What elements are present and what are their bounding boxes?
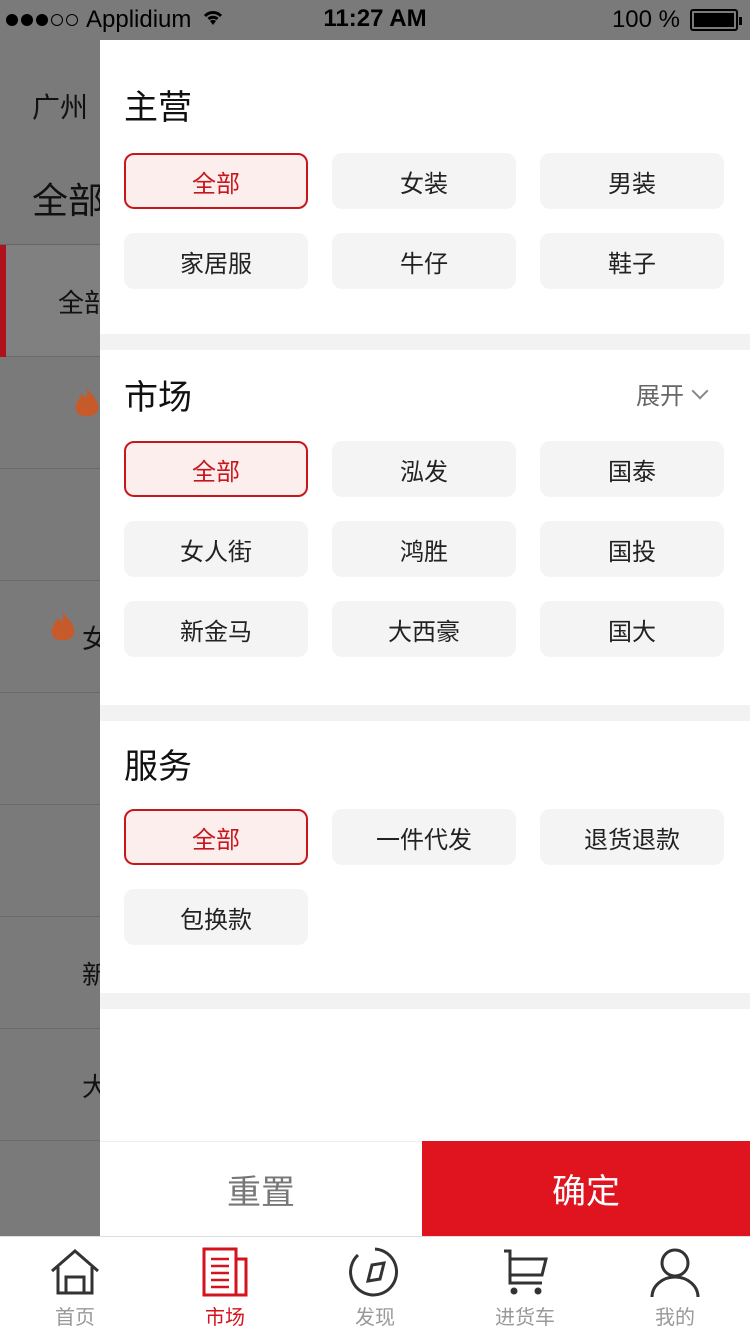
bg-category-row[interactable] <box>0 805 100 917</box>
flame-icon <box>72 385 100 430</box>
filter-chip[interactable]: 牛仔 <box>332 233 516 289</box>
tab-cart[interactable]: 进货车 <box>450 1237 600 1334</box>
section-divider <box>100 334 750 350</box>
home-icon <box>51 1249 99 1295</box>
battery-icon <box>690 9 742 31</box>
tab-home[interactable]: 首页 <box>0 1237 150 1334</box>
chevron-down-icon <box>691 382 709 399</box>
filter-chip[interactable]: 女装 <box>332 153 516 209</box>
bg-category-row[interactable]: 大 <box>0 1029 100 1141</box>
bg-category-label: 女 <box>82 625 100 655</box>
tab-label: 进货车 <box>495 1305 555 1329</box>
tab-label: 发现 <box>355 1305 395 1329</box>
expand-toggle[interactable]: 展开 <box>636 376 709 411</box>
bg-tab-all[interactable]: 全部 <box>32 172 100 224</box>
filter-chip[interactable]: 国投 <box>540 521 724 577</box>
city-selector[interactable]: 广州 ⌄ <box>32 86 100 126</box>
background-page: 广州 ⌄ 全部 全部 女 新 大 <box>0 40 100 1236</box>
filter-chip[interactable]: 包换款 <box>124 889 308 945</box>
filter-chip[interactable]: 国泰 <box>540 441 724 497</box>
bg-category-row[interactable] <box>0 469 100 581</box>
filter-chip[interactable]: 男装 <box>540 153 724 209</box>
section-title: 服务 <box>124 747 192 787</box>
user-icon <box>650 1248 700 1298</box>
bg-category-label: 全部 <box>58 289 100 319</box>
bg-category-label: 大 <box>82 1073 100 1103</box>
filter-chip[interactable]: 鸿胜 <box>332 521 516 577</box>
bg-category-row[interactable] <box>0 693 100 805</box>
filter-chip-selected[interactable]: 全部 <box>124 441 308 497</box>
confirm-button[interactable]: 确定 <box>422 1141 750 1236</box>
tab-bar: 首页 市场 发现 进货车 我的 <box>0 1236 750 1334</box>
filter-chip[interactable]: 鞋子 <box>540 233 724 289</box>
compass-icon <box>349 1247 399 1297</box>
expand-label: 展开 <box>636 382 684 410</box>
tab-mine[interactable]: 我的 <box>600 1237 750 1334</box>
filter-drawer: 主营 全部 女装 男装 家居服 牛仔 鞋子 市场 展开 全部 泓发 国泰 女人街… <box>100 40 750 1236</box>
cart-icon <box>504 1249 548 1295</box>
section-title: 市场 <box>124 378 192 418</box>
status-bar: Applidium 11:27 AM 100 % <box>0 0 750 40</box>
tab-label: 我的 <box>655 1305 695 1329</box>
tab-discover[interactable]: 发现 <box>300 1237 450 1334</box>
bg-category-row[interactable]: 全部 <box>0 245 100 357</box>
filter-chip[interactable]: 大西豪 <box>332 601 516 657</box>
market-icon <box>202 1247 248 1297</box>
filter-chip[interactable]: 退货退款 <box>540 809 724 865</box>
tab-market[interactable]: 市场 <box>150 1237 300 1334</box>
flame-icon <box>48 609 78 654</box>
filter-chip[interactable]: 家居服 <box>124 233 308 289</box>
filter-chip-selected[interactable]: 全部 <box>124 809 308 865</box>
filter-chip[interactable]: 国大 <box>540 601 724 657</box>
bg-category-row[interactable]: 女 <box>0 581 100 693</box>
bg-category-row[interactable] <box>0 357 100 469</box>
filter-chip[interactable]: 泓发 <box>332 441 516 497</box>
tab-label: 市场 <box>205 1305 245 1329</box>
section-title: 主营 <box>124 88 192 128</box>
tab-label: 首页 <box>55 1305 95 1329</box>
section-divider <box>100 993 750 1009</box>
filter-chip[interactable]: 女人街 <box>124 521 308 577</box>
battery-percent: 100 % <box>611 6 680 33</box>
bg-category-row[interactable]: 新 <box>0 917 100 1029</box>
battery-info: 100 % <box>611 6 742 34</box>
filter-chip[interactable]: 新金马 <box>124 601 308 657</box>
section-divider <box>100 705 750 721</box>
bg-category-label: 新 <box>82 961 100 991</box>
reset-button[interactable]: 重置 <box>100 1141 422 1236</box>
filter-chip[interactable]: 一件代发 <box>332 809 516 865</box>
filter-chip-selected[interactable]: 全部 <box>124 153 308 209</box>
